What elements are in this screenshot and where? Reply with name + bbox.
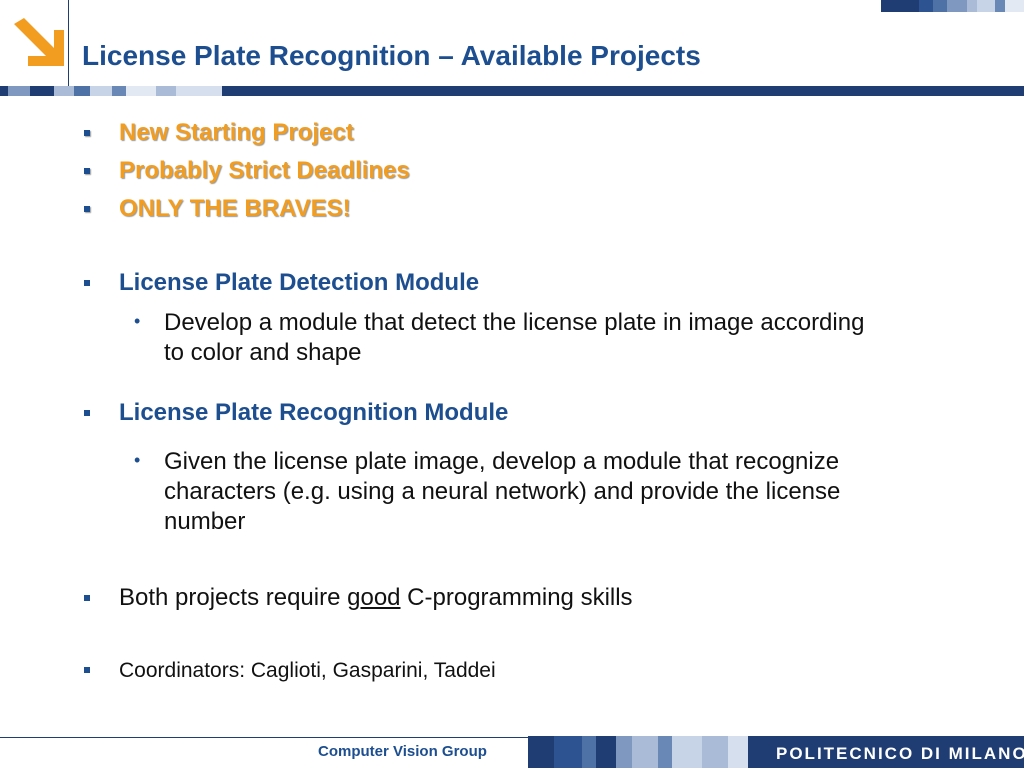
coordinators-text: Coordinators: Caglioti, Gasparini, Tadde… xyxy=(119,659,496,682)
requirement-prefix: Both projects require xyxy=(119,584,348,611)
requirement-suffix: C-programming skills xyxy=(400,584,633,611)
recognition-heading: License Plate Recognition Module xyxy=(119,399,509,426)
recognition-description-line1: Given the license plate image, develop a… xyxy=(164,448,840,475)
bullet-marker xyxy=(84,595,90,601)
bullet-marker xyxy=(84,410,90,416)
sub-bullet-dot: • xyxy=(134,311,141,331)
requirement-text: Both projects require good C-programming… xyxy=(119,584,633,612)
bullet-marker xyxy=(84,280,90,286)
highlight-braves: ONLY THE BRAVES! xyxy=(119,195,351,222)
detection-description-line2: to color and shape xyxy=(164,339,362,366)
recognition-description-line3: number xyxy=(164,508,246,535)
header-band xyxy=(0,86,1024,96)
logo-divider xyxy=(68,0,69,86)
requirement-emphasis: good xyxy=(347,584,401,611)
detection-heading: License Plate Detection Module xyxy=(119,269,480,296)
recognition-description-line2: characters (e.g. using a neural network)… xyxy=(164,478,841,505)
top-decorative-stripe xyxy=(881,0,1024,12)
highlight-new-project: New Starting Project xyxy=(119,119,354,146)
sub-bullet-dot: • xyxy=(134,450,141,470)
institution-logo-text: POLITECNICO DI MILANO xyxy=(776,744,1024,763)
detection-description-line1: Develop a module that detect the license… xyxy=(164,309,865,336)
bullet-marker xyxy=(84,130,90,136)
bullet-marker xyxy=(84,667,90,673)
bullet-marker xyxy=(84,168,90,174)
bullet-marker xyxy=(84,206,90,212)
arrow-down-right-icon xyxy=(10,14,66,70)
highlight-deadlines: Probably Strict Deadlines xyxy=(119,157,410,184)
footer-group-label: Computer Vision Group xyxy=(318,743,487,760)
footer-line xyxy=(0,737,528,738)
slide-title: License Plate Recognition – Available Pr… xyxy=(82,40,701,71)
